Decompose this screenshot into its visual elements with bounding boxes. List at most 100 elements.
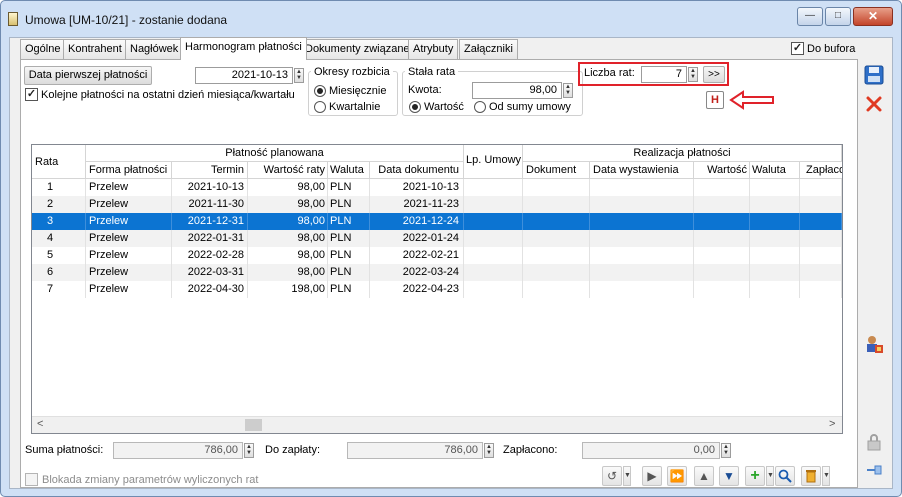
cell-empty <box>523 247 590 264</box>
installments-field[interactable]: 7 <box>641 66 687 83</box>
header-forma[interactable]: Forma płatności <box>86 162 172 179</box>
cell-empty <box>590 213 694 230</box>
scroll-thumb[interactable] <box>245 419 262 431</box>
cell-empty <box>523 230 590 247</box>
pin-icon[interactable] <box>863 460 885 482</box>
close-window-button[interactable]: ✕ <box>853 7 893 26</box>
cell-termin: 2021-11-30 <box>172 196 248 213</box>
header-rata[interactable]: Rata <box>32 145 86 179</box>
cell-rata: 5 <box>32 247 86 264</box>
contractor-icon[interactable] <box>863 334 885 356</box>
cell-waluta: PLN <box>328 281 370 298</box>
table-row[interactable]: 1 Przelew 2021-10-13 98,00 PLN 2021-10-13 <box>32 179 842 196</box>
header-waluta-real[interactable]: Waluta <box>750 162 800 179</box>
cell-empty <box>590 247 694 264</box>
cell-empty <box>800 196 842 213</box>
first-payment-date-button[interactable]: Data pierwszej płatności <box>24 66 152 85</box>
header-wartosc-raty[interactable]: Wartość raty <box>248 162 328 179</box>
first-payment-date-field[interactable]: 2021-10-13 <box>195 67 293 84</box>
zaplacono-spinner: ▲ ▼ <box>721 443 731 458</box>
cell-empty <box>523 196 590 213</box>
cell-rata: 4 <box>32 230 86 247</box>
maximize-button[interactable]: □ <box>825 7 851 26</box>
move-down-icon[interactable]: ▼ <box>719 466 739 486</box>
cell-empty <box>750 213 800 230</box>
search-icon[interactable] <box>775 466 795 486</box>
header-lp-umowy[interactable]: Lp. Umowy <box>464 145 523 179</box>
monthly-radio[interactable] <box>314 85 326 97</box>
cell-termin: 2022-04-30 <box>172 281 248 298</box>
tab-kontrahent[interactable]: Kontrahent <box>63 39 127 59</box>
header-zaplacono[interactable]: Zapłacono <box>800 162 842 179</box>
window: Umowa [UM-10/21] - zostanie dodana — □ ✕… <box>0 0 902 497</box>
amount-field[interactable]: 98,00 <box>472 82 562 99</box>
table-row[interactable]: 2 Przelew 2021-11-30 98,00 PLN 2021-11-23 <box>32 196 842 213</box>
cell-empty <box>590 179 694 196</box>
tab-atrybuty[interactable]: Atrybuty <box>408 39 459 59</box>
document-icon <box>8 12 18 26</box>
cell-empty <box>523 179 590 196</box>
delete-dropdown[interactable]: ▼ <box>822 466 830 486</box>
title-bar[interactable]: Umowa [UM-10/21] - zostanie dodana — □ ✕ <box>1 1 901 37</box>
blokada-checkbox[interactable] <box>25 473 38 486</box>
cell-wartosc: 98,00 <box>248 213 328 230</box>
header-termin[interactable]: Termin <box>172 162 248 179</box>
header-data-dokumentu[interactable]: Data dokumentu <box>370 162 464 179</box>
cancel-icon[interactable] <box>863 94 885 116</box>
do-bufora-checkbox[interactable]: ✓ <box>791 42 804 55</box>
horizontal-scrollbar[interactable]: < > <box>32 416 842 433</box>
cell-empty <box>750 230 800 247</box>
value-radio[interactable] <box>409 101 421 113</box>
scroll-right-arrow[interactable]: > <box>829 418 835 430</box>
installments-next-button[interactable]: >> <box>703 66 725 83</box>
table-row[interactable]: 5 Przelew 2022-02-28 98,00 PLN 2022-02-21 <box>32 247 842 264</box>
forward-all-icon[interactable]: ⏩ <box>667 466 687 486</box>
cell-empty <box>750 281 800 298</box>
tab-zalaczniki[interactable]: Załączniki <box>459 39 518 59</box>
add-icon[interactable]: + <box>745 466 765 486</box>
table-row[interactable]: 4 Przelew 2022-01-31 98,00 PLN 2022-01-24 <box>32 230 842 247</box>
cell-empty <box>694 230 750 247</box>
header-data-wystawienia[interactable]: Data wystawienia <box>590 162 694 179</box>
minimize-button[interactable]: — <box>797 7 823 26</box>
amount-label: Kwota: <box>408 84 442 96</box>
installments-spinner[interactable]: ▲ ▼ <box>688 67 698 82</box>
cell-data_dok: 2022-04-23 <box>370 281 464 298</box>
last-day-label: Kolejne płatności na ostatni dzień miesi… <box>41 89 295 101</box>
cell-empty <box>694 281 750 298</box>
delete-icon[interactable] <box>801 466 821 486</box>
save-icon[interactable] <box>863 65 885 87</box>
cell-empty <box>590 230 694 247</box>
amount-spinner[interactable]: ▲ ▼ <box>563 83 573 98</box>
cell-empty <box>464 179 523 196</box>
cell-empty <box>694 179 750 196</box>
scroll-left-arrow[interactable]: < <box>37 418 43 430</box>
table-row[interactable]: 6 Przelew 2022-03-31 98,00 PLN 2022-03-24 <box>32 264 842 281</box>
cell-forma: Przelew <box>86 264 172 281</box>
contract-sum-radio[interactable] <box>474 101 486 113</box>
table-row[interactable]: 3 Przelew 2021-12-31 98,00 PLN 2021-12-24 <box>32 213 842 230</box>
cell-empty <box>800 230 842 247</box>
window-title: Umowa [UM-10/21] - zostanie dodana <box>25 13 228 27</box>
tab-harmonogram[interactable]: Harmonogram płatności <box>180 37 307 60</box>
header-dokument[interactable]: Dokument <box>523 162 590 179</box>
payments-grid[interactable]: Rata Płatność planowana Lp. Umowy Realiz… <box>31 144 843 434</box>
generate-document-dropdown[interactable]: ▼ <box>623 466 631 486</box>
tab-naglowek[interactable]: Nagłówek <box>125 39 184 59</box>
quarterly-radio[interactable] <box>314 101 326 113</box>
cell-empty <box>464 230 523 247</box>
table-row[interactable]: 7 Przelew 2022-04-30 198,00 PLN 2022-04-23 <box>32 281 842 298</box>
forward-icon[interactable]: ▶ <box>642 466 662 486</box>
cell-rata: 1 <box>32 179 86 196</box>
h-button[interactable]: H <box>706 91 724 109</box>
harmonogram-panel: Data pierwszej płatności 2021-10-13 ▲ ▼ ✓… <box>20 60 858 488</box>
add-dropdown[interactable]: ▼ <box>766 466 774 486</box>
last-day-checkbox[interactable]: ✓ <box>25 88 38 101</box>
header-waluta[interactable]: Waluta <box>328 162 370 179</box>
generate-document-icon[interactable]: ↺ <box>602 466 622 486</box>
move-up-icon[interactable]: ▲ <box>694 466 714 486</box>
tab-dokumenty[interactable]: Dokumenty związane <box>300 39 415 59</box>
first-payment-date-spinner[interactable]: ▲ ▼ <box>294 68 304 83</box>
tab-ogolne[interactable]: Ogólne <box>20 39 66 59</box>
header-wartosc[interactable]: Wartość <box>694 162 750 179</box>
